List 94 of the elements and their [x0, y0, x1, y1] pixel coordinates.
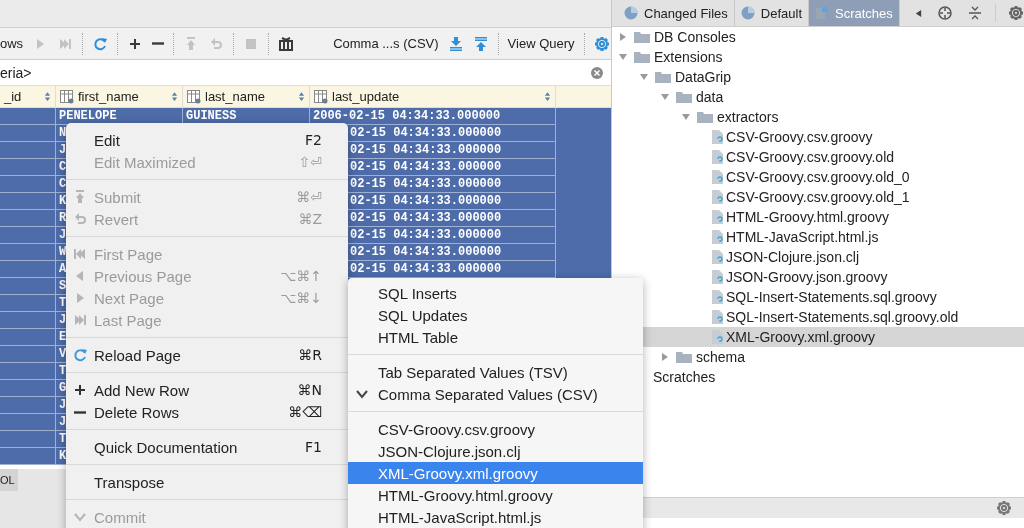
refresh-icon[interactable]: [92, 35, 109, 52]
tree-item[interactable]: Extensions: [654, 49, 723, 65]
sort-icon[interactable]: [44, 91, 51, 102]
file-icon: [711, 189, 725, 205]
settings-icon[interactable]: [1007, 5, 1024, 21]
tree-item[interactable]: Scratches: [653, 369, 716, 385]
file-icon: [711, 149, 725, 165]
collapsed-arrow-icon[interactable]: [618, 32, 628, 42]
scratch-file-icon: [815, 6, 830, 20]
panel-tab[interactable]: Changed Files: [618, 0, 735, 26]
file-icon: [711, 329, 725, 345]
expanded-arrow-icon[interactable]: [639, 72, 649, 82]
minus-icon[interactable]: [152, 41, 165, 46]
menu-item[interactable]: XML-Groovy.xml.groovy: [348, 462, 643, 484]
column-header[interactable]: last_name: [183, 86, 310, 107]
pie-icon: [624, 6, 638, 20]
menu-item[interactable]: SQL Updates: [348, 304, 643, 326]
tree-item[interactable]: schema: [696, 349, 746, 365]
column-header[interactable]: _id: [0, 86, 56, 107]
folder-icon: [675, 350, 693, 364]
column-header[interactable]: first_name: [56, 86, 183, 107]
shortcut-label: ⌥⌘↓: [280, 290, 322, 306]
clear-icon[interactable]: [591, 66, 603, 79]
file-icon: [711, 249, 725, 265]
skip-start-icon: [72, 246, 88, 262]
filter-field[interactable]: eria>: [0, 60, 611, 86]
menu-item[interactable]: JSON-Clojure.json.clj: [348, 440, 643, 462]
file-icon: [711, 129, 725, 145]
column-icon: [187, 89, 201, 104]
file-icon: [711, 169, 725, 185]
menu-item[interactable]: SQL Inserts: [348, 282, 643, 304]
target-icon[interactable]: [936, 5, 953, 21]
tree-item[interactable]: SQL-Insert-Statements.sql.groovy: [726, 289, 937, 305]
minus-icon: [74, 409, 86, 415]
pie-icon: [740, 6, 755, 20]
upload-icon[interactable]: [472, 35, 489, 52]
menu-item[interactable]: HTML-JavaScript.html.js: [348, 506, 643, 528]
sort-icon[interactable]: [171, 91, 178, 102]
tree-item[interactable]: SQL-Insert-Statements.sql.groovy.old: [726, 309, 959, 325]
collapsed-arrow-icon[interactable]: [660, 352, 670, 362]
shortcut-label: ⌘N: [297, 382, 322, 398]
tree-item[interactable]: extractors: [717, 109, 779, 125]
file-icon: [711, 269, 725, 285]
settings-icon[interactable]: [593, 35, 610, 52]
placeholder-text: eria>: [0, 64, 33, 81]
skip-end-icon: [72, 312, 88, 328]
tree-item[interactable]: CSV-Groovy.csv.groovy.old_1: [726, 189, 910, 205]
file-icon: [711, 289, 725, 305]
shortcut-label: F1: [305, 439, 322, 455]
tree-item[interactable]: JSON-Groovy.json.groovy: [726, 269, 888, 285]
file-icon: [711, 309, 725, 325]
folder-icon: [633, 30, 651, 44]
tree-item[interactable]: data: [696, 89, 724, 105]
menu-item[interactable]: HTML-Groovy.html.groovy: [348, 484, 643, 506]
file-icon: [711, 229, 725, 245]
expanded-arrow-icon[interactable]: [660, 92, 670, 102]
folder-icon: [675, 90, 693, 104]
menu-item[interactable]: Tab Separated Values (TSV): [348, 361, 643, 383]
folder-icon: [633, 50, 651, 64]
tree-item[interactable]: CSV-Groovy.csv.groovy.old_0: [726, 169, 910, 185]
bottom-tab[interactable]: OL: [0, 469, 18, 491]
collapse-icon[interactable]: [966, 5, 983, 21]
shortcut-label: ⌘⌫: [288, 404, 322, 420]
refresh-icon: [72, 347, 88, 363]
file-icon: [711, 209, 725, 225]
folder-icon: [654, 70, 672, 84]
menu-item[interactable]: Comma Separated Values (CSV): [348, 383, 643, 405]
scroll-left-icon[interactable]: [913, 8, 923, 18]
toolbar-button[interactable]: View Query: [507, 36, 575, 51]
table-chart-icon[interactable]: [278, 35, 295, 52]
folder-icon: [696, 110, 714, 124]
sort-icon[interactable]: [544, 91, 551, 102]
shortcut-label: ⌘R: [298, 347, 322, 363]
tree-item[interactable]: HTML-Groovy.html.groovy: [726, 209, 890, 225]
column-header[interactable]: last_update: [310, 86, 556, 107]
menu-item[interactable]: CSV-Groovy.csv.groovy: [348, 418, 643, 440]
tree-item[interactable]: CSV-Groovy.csv.groovy: [726, 129, 873, 145]
tree-item[interactable]: JSON-Clojure.json.clj: [726, 249, 860, 265]
tree-item[interactable]: DB Consoles: [654, 29, 736, 45]
column-icon: [314, 89, 328, 104]
menu-item[interactable]: Transpose: [66, 471, 348, 493]
column-icon: [60, 89, 74, 104]
tree-item[interactable]: HTML-JavaScript.html.js: [726, 229, 879, 245]
sort-icon[interactable]: [298, 91, 305, 102]
expanded-arrow-icon[interactable]: [681, 112, 691, 122]
tree-item[interactable]: DataGrip: [675, 69, 732, 85]
tree-item[interactable]: CSV-Groovy.csv.groovy.old: [726, 149, 895, 165]
download-icon[interactable]: [447, 35, 464, 52]
settings-icon[interactable]: [996, 500, 1012, 516]
expanded-arrow-icon[interactable]: [618, 52, 628, 62]
toolbar-button[interactable]: ows: [0, 36, 24, 51]
format-dropdown[interactable]: Comma ...s (CSV): [333, 36, 439, 51]
menu-item[interactable]: HTML Table: [348, 326, 643, 348]
plus-icon: [72, 382, 88, 398]
